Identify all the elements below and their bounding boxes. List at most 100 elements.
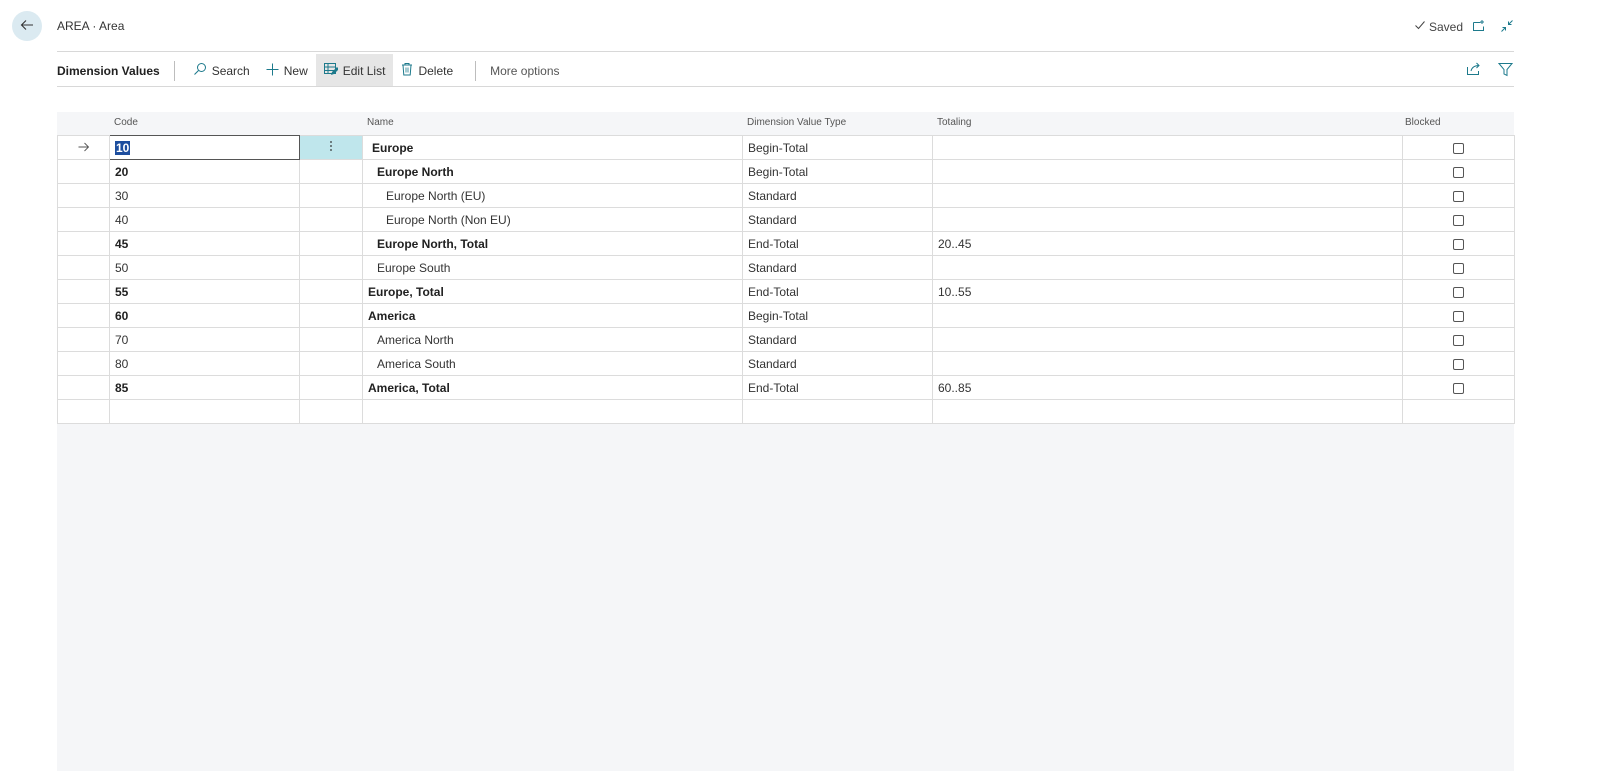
row-menu-cell[interactable] <box>299 279 363 304</box>
table-row[interactable]: 80 America South Standard <box>57 351 1515 376</box>
table-row[interactable]: 40 Europe North (Non EU) Standard <box>57 207 1515 232</box>
type-cell[interactable]: Begin-Total <box>742 135 933 160</box>
name-cell[interactable]: Europe North (Non EU) <box>362 207 743 232</box>
filter-button[interactable] <box>1496 60 1514 78</box>
totaling-cell[interactable] <box>932 159 1403 184</box>
code-cell[interactable]: 85 <box>109 375 300 400</box>
empty-cell[interactable] <box>57 399 110 424</box>
name-cell[interactable]: Europe, Total <box>362 279 743 304</box>
name-cell[interactable]: America North <box>362 327 743 352</box>
totaling-cell[interactable] <box>932 351 1403 376</box>
more-vertical-icon[interactable] <box>329 141 333 155</box>
row-menu-cell[interactable] <box>299 159 363 184</box>
name-cell[interactable]: Europe North <box>362 159 743 184</box>
type-cell[interactable]: Standard <box>742 351 933 376</box>
collapse-button[interactable] <box>1498 18 1516 36</box>
name-cell[interactable]: America South <box>362 351 743 376</box>
type-cell[interactable]: Standard <box>742 183 933 208</box>
row-menu-cell[interactable] <box>299 351 363 376</box>
blocked-checkbox[interactable] <box>1453 382 1464 394</box>
type-cell[interactable]: Begin-Total <box>742 303 933 328</box>
new-button[interactable]: New <box>258 54 316 87</box>
type-cell[interactable]: End-Total <box>742 279 933 304</box>
blocked-checkbox[interactable] <box>1453 262 1464 274</box>
row-menu-cell[interactable] <box>299 303 363 328</box>
row-indicator[interactable] <box>57 159 110 184</box>
type-cell[interactable]: Standard <box>742 207 933 232</box>
empty-cell[interactable] <box>109 399 300 424</box>
type-cell[interactable]: Standard <box>742 255 933 280</box>
totaling-cell[interactable] <box>932 303 1403 328</box>
edit-list-button[interactable]: Edit List <box>315 54 394 87</box>
blocked-checkbox[interactable] <box>1453 286 1464 298</box>
row-indicator[interactable] <box>57 375 110 400</box>
empty-cell[interactable] <box>742 399 933 424</box>
delete-button[interactable]: Delete <box>393 54 461 87</box>
row-indicator[interactable] <box>57 183 110 208</box>
row-indicator[interactable] <box>57 207 110 232</box>
new-entry-row[interactable] <box>57 399 1515 424</box>
totaling-cell[interactable] <box>932 135 1403 160</box>
totaling-cell[interactable]: 20..45 <box>932 231 1403 256</box>
table-row[interactable]: 85 America, Total End-Total 60..85 <box>57 375 1515 400</box>
blocked-checkbox[interactable] <box>1453 238 1464 250</box>
blocked-checkbox[interactable] <box>1453 214 1464 226</box>
column-header-name[interactable]: Name <box>367 117 394 128</box>
table-row[interactable]: 55 Europe, Total End-Total 10..55 <box>57 279 1515 304</box>
row-indicator[interactable] <box>57 327 110 352</box>
row-menu-cell[interactable] <box>299 255 363 280</box>
empty-cell[interactable] <box>932 399 1403 424</box>
code-cell[interactable]: 80 <box>109 351 300 376</box>
type-cell[interactable]: Standard <box>742 327 933 352</box>
column-header-code[interactable]: Code <box>114 117 138 128</box>
blocked-checkbox[interactable] <box>1453 166 1464 178</box>
code-cell[interactable]: 55 <box>109 279 300 304</box>
type-cell[interactable]: End-Total <box>742 375 933 400</box>
totaling-cell[interactable] <box>932 207 1403 232</box>
code-cell[interactable]: 50 <box>109 255 300 280</box>
totaling-cell[interactable]: 10..55 <box>932 279 1403 304</box>
row-indicator[interactable] <box>57 231 110 256</box>
totaling-cell[interactable] <box>932 183 1403 208</box>
code-cell[interactable]: 45 <box>109 231 300 256</box>
row-menu-cell[interactable] <box>299 207 363 232</box>
name-cell[interactable]: Europe North (EU) <box>362 183 743 208</box>
back-button[interactable] <box>12 11 42 41</box>
name-cell[interactable]: Europe North, Total <box>362 231 743 256</box>
type-cell[interactable]: End-Total <box>742 231 933 256</box>
totaling-cell[interactable] <box>932 255 1403 280</box>
empty-cell[interactable] <box>1402 399 1515 424</box>
row-indicator[interactable] <box>57 135 110 160</box>
empty-cell[interactable] <box>362 399 743 424</box>
table-row[interactable]: 60 America Begin-Total <box>57 303 1515 328</box>
table-row[interactable]: 20 Europe North Begin-Total <box>57 159 1515 184</box>
row-menu-cell[interactable] <box>299 231 363 256</box>
table-row[interactable]: 30 Europe North (EU) Standard <box>57 183 1515 208</box>
name-cell[interactable]: Europe South <box>362 255 743 280</box>
row-menu-cell[interactable] <box>299 375 363 400</box>
row-indicator[interactable] <box>57 303 110 328</box>
row-indicator[interactable] <box>57 279 110 304</box>
code-cell[interactable]: 70 <box>109 327 300 352</box>
open-new-window-button[interactable] <box>1470 18 1488 36</box>
row-indicator[interactable] <box>57 351 110 376</box>
row-indicator[interactable] <box>57 255 110 280</box>
table-row[interactable]: 50 Europe South Standard <box>57 255 1515 280</box>
name-cell[interactable]: America, Total <box>362 375 743 400</box>
row-menu-cell[interactable] <box>299 327 363 352</box>
blocked-checkbox[interactable] <box>1453 190 1464 202</box>
name-cell[interactable]: Europe <box>362 135 743 160</box>
search-button[interactable]: Search <box>185 54 258 87</box>
empty-cell[interactable] <box>299 399 363 424</box>
code-cell[interactable]: 10 <box>109 135 300 160</box>
code-cell[interactable]: 60 <box>109 303 300 328</box>
table-row[interactable]: 70 America North Standard <box>57 327 1515 352</box>
row-menu-cell[interactable] <box>299 183 363 208</box>
blocked-checkbox[interactable] <box>1453 358 1464 370</box>
blocked-checkbox[interactable] <box>1453 142 1464 154</box>
more-options-button[interactable]: More options <box>490 64 559 78</box>
table-row[interactable]: 45 Europe North, Total End-Total 20..45 <box>57 231 1515 256</box>
totaling-cell[interactable] <box>932 327 1403 352</box>
totaling-cell[interactable]: 60..85 <box>932 375 1403 400</box>
type-cell[interactable]: Begin-Total <box>742 159 933 184</box>
